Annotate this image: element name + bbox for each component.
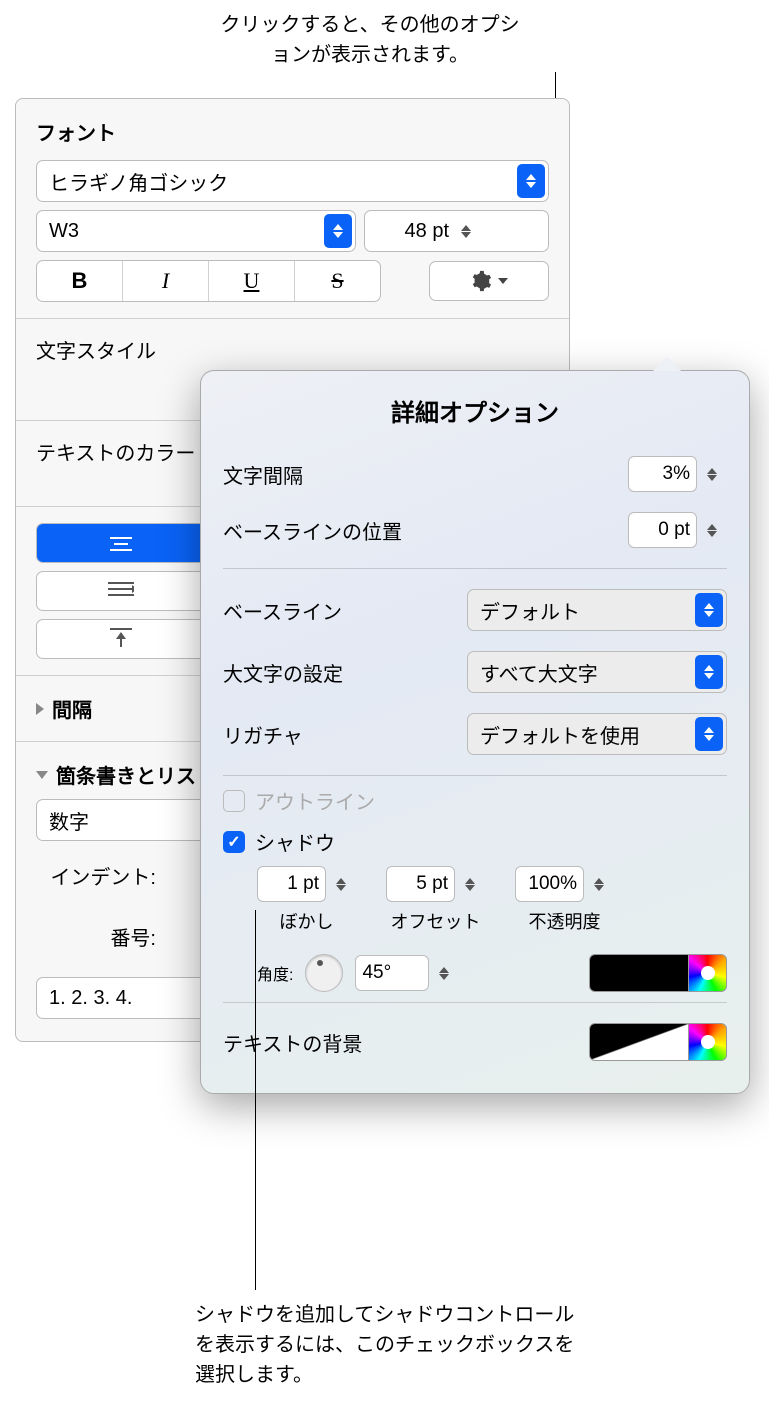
stepper-icon[interactable] [588,878,610,891]
text-bg-swatch[interactable] [589,1023,689,1061]
bold-button[interactable]: B [37,261,123,301]
shadow-checkbox[interactable] [223,831,245,853]
align-center-button[interactable] [37,524,205,563]
font-weight-popup[interactable]: W3 [36,210,356,252]
outline-checkbox[interactable] [223,790,245,812]
align-center-icon [110,536,132,552]
font-size-field[interactable] [364,210,549,252]
bullets-label: 箇条書きとリスト [56,760,216,789]
angle-label: 角度: [257,961,293,985]
callout-leader-bottom [255,910,256,1290]
char-spacing-field[interactable]: 3% [628,456,697,492]
list-style-value: 数字 [49,806,89,835]
angle-field[interactable]: 45° [355,955,429,991]
baseline-shift-field[interactable]: 0 pt [628,512,697,548]
offset-field[interactable]: 5 pt [386,866,455,902]
angle-value: 45° [362,962,422,984]
shadow-color-well[interactable] [589,954,727,992]
character-style-label: 文字スタイル [16,331,569,368]
strikethrough-button[interactable]: S [295,261,380,301]
baseline-shift-label: ベースラインの位置 [223,516,402,545]
indent-icon [108,581,134,602]
opacity-label: 不透明度 [529,908,601,934]
popup-arrows-icon [324,214,352,248]
indent-label: インデント: [36,861,156,890]
triangle-down-icon [36,771,48,779]
indent-button[interactable] [36,571,206,611]
outline-label: アウトライン [255,786,375,815]
angle-dial[interactable] [305,954,343,992]
number-label: 番号: [36,922,156,951]
blur-label: ぼかし [280,908,334,934]
font-family-popup[interactable]: ヒラギノ角ゴシック [36,160,549,202]
text-background-label: テキストの背景 [223,1028,362,1057]
stepper-icon[interactable] [455,225,477,238]
popover-title: 詳細オプション [223,393,727,428]
ligatures-value: デフォルトを使用 [480,720,640,749]
stepper-icon[interactable] [701,524,723,537]
char-spacing-value: 3% [635,463,690,485]
color-picker-icon[interactable] [689,1023,727,1061]
font-family-value: ヒラギノ角ゴシック [49,167,228,196]
callout-bottom: シャドウを追加してシャドウコントロールを表示するには、このチェックボックスを選択… [195,1300,575,1390]
blur-value: 1 pt [264,873,319,895]
outline-checkbox-row[interactable]: アウトライン [223,786,727,815]
chevron-down-icon [498,278,508,284]
blur-field[interactable]: 1 pt [257,866,326,902]
triangle-right-icon [36,703,44,715]
italic-button[interactable]: I [123,261,209,301]
offset-value: 5 pt [393,873,448,895]
shadow-checkbox-row[interactable]: シャドウ [223,827,727,856]
color-picker-icon[interactable] [689,954,727,992]
ligatures-popup[interactable]: デフォルトを使用 [467,713,727,755]
gear-icon [470,270,492,292]
callout-top: クリックすると、その他のオプションが表示されます。 [215,10,525,70]
char-spacing-label: 文字間隔 [223,460,303,489]
capitalization-value: すべて大文字 [480,658,598,687]
baseline-popup[interactable]: デフォルト [467,589,727,631]
popup-arrows-icon [517,164,545,198]
vertical-align-button[interactable] [36,619,206,659]
stepper-icon[interactable] [701,468,723,481]
offset-label: オフセット [391,908,481,934]
advanced-options-button[interactable] [429,261,549,301]
align-top-icon [110,627,132,652]
shadow-label: シャドウ [255,827,335,856]
baseline-value: デフォルト [480,596,580,625]
shadow-color-swatch[interactable] [589,954,689,992]
capitalization-label: 大文字の設定 [223,658,343,687]
text-style-segment: B I U S [36,260,381,302]
popup-arrows-icon [695,655,723,689]
text-bg-color-well[interactable] [589,1023,727,1061]
font-section-title: フォント [16,117,569,156]
stepper-icon[interactable] [433,967,455,980]
advanced-options-popover: 詳細オプション 文字間隔 3% ベースラインの位置 0 pt ベースライン デフ… [200,370,750,1094]
spacing-label: 間隔 [52,694,92,723]
list-format-value: 1. 2. 3. 4. [49,987,132,1010]
text-align-segment [36,523,206,563]
popup-arrows-icon [695,717,723,751]
font-weight-value: W3 [49,220,79,243]
font-size-input[interactable] [365,220,455,243]
capitalization-popup[interactable]: すべて大文字 [467,651,727,693]
popup-arrows-icon [695,593,723,627]
opacity-field[interactable]: 100% [515,866,584,902]
stepper-icon[interactable] [330,878,352,891]
baseline-shift-value: 0 pt [635,519,690,541]
underline-button[interactable]: U [209,261,295,301]
stepper-icon[interactable] [459,878,481,891]
ligatures-label: リガチャ [223,720,303,749]
baseline-label: ベースライン [223,596,342,625]
opacity-value: 100% [522,873,577,895]
